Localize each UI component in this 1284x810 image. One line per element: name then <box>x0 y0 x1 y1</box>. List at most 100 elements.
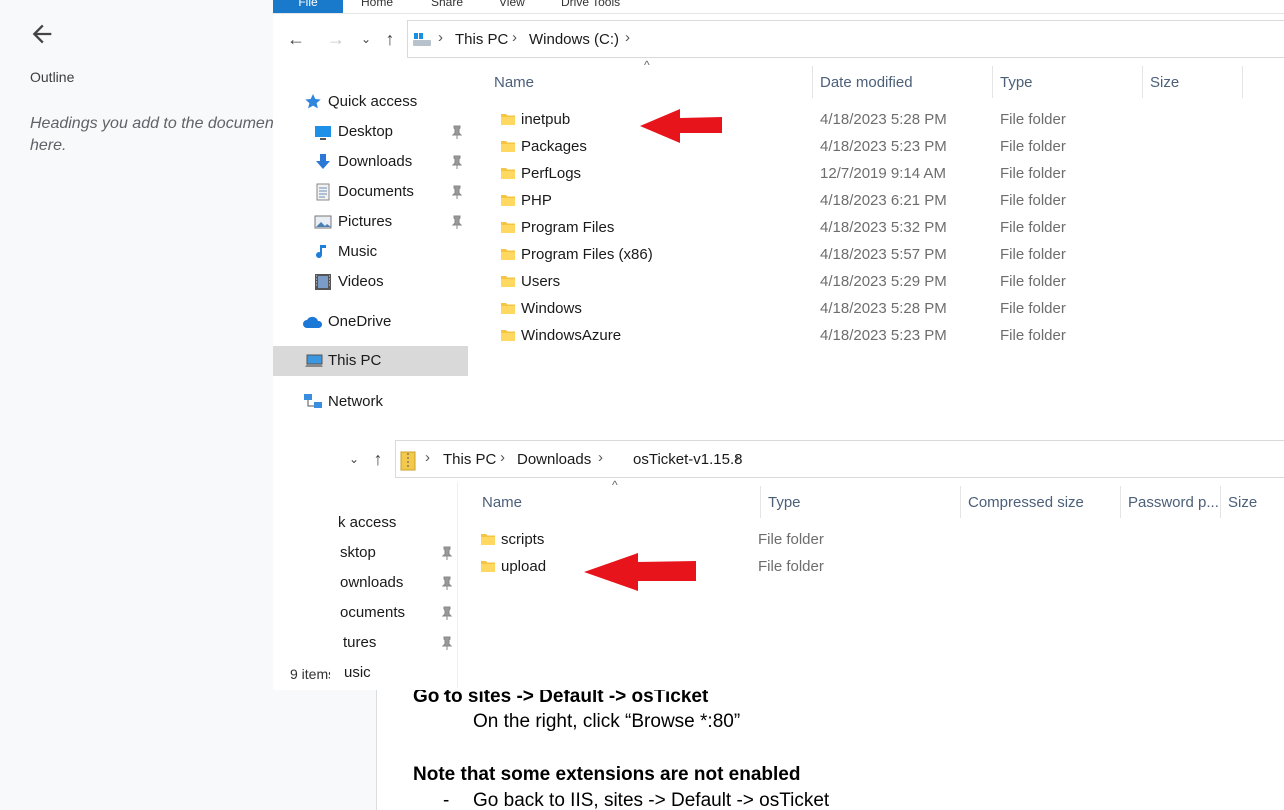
sidebar-item-pictures[interactable]: tures <box>343 634 376 651</box>
table-row[interactable]: PHP 4/18/2023 6:21 PM File folder <box>490 188 1260 215</box>
download-icon <box>316 154 330 169</box>
pin-icon[interactable] <box>440 636 454 650</box>
sidebar-item-documents[interactable]: ocuments <box>340 604 405 621</box>
table-row[interactable]: Packages 4/18/2023 5:23 PM File folder <box>490 134 1260 161</box>
file-type: File folder <box>1000 246 1066 263</box>
column-divider[interactable] <box>960 486 961 518</box>
pin-icon[interactable] <box>450 185 464 199</box>
breadcrumb-chevron-icon: › <box>500 449 505 466</box>
table-row[interactable]: PerfLogs 12/7/2019 9:14 AM File folder <box>490 161 1260 188</box>
column-divider[interactable] <box>1242 66 1243 98</box>
ribbon-tabs: File Home Share View Drive Tools <box>273 0 1284 14</box>
sidebar-item-pictures[interactable]: Pictures <box>273 207 468 237</box>
folder-icon <box>501 222 515 233</box>
up-button[interactable]: ↑ <box>379 28 401 50</box>
file-name: Packages <box>521 138 587 155</box>
sidebar-item-label: Network <box>328 393 384 410</box>
ribbon-tab-view[interactable]: View <box>499 0 525 13</box>
table-row[interactable]: Program Files 4/18/2023 5:32 PM File folde… <box>490 215 1260 242</box>
table-row[interactable]: scripts File folder <box>470 527 1170 554</box>
forward-button[interactable]: → <box>325 28 347 50</box>
breadcrumb-this-pc[interactable]: This PC <box>455 31 508 48</box>
table-row[interactable]: Windows 4/18/2023 5:28 PM File folder <box>490 296 1260 323</box>
breadcrumb-this-pc[interactable]: This PC <box>443 451 496 468</box>
file-type: File folder <box>1000 111 1066 128</box>
pin-icon[interactable] <box>440 546 454 560</box>
breadcrumb-chevron-icon: › <box>438 29 443 46</box>
pin-icon[interactable] <box>450 155 464 169</box>
file-name: WindowsAzure <box>521 327 622 344</box>
column-divider[interactable] <box>1142 66 1143 98</box>
sidebar-item-desktop[interactable]: sktop <box>340 544 376 561</box>
column-header-compressed-size[interactable]: Compressed size <box>968 494 1084 511</box>
recent-locations-chevron-icon[interactable]: ⌄ <box>343 448 365 470</box>
navigation-pane: k access sktop ownloads ocuments tures u… <box>330 482 458 688</box>
ribbon-tab-file[interactable]: File <box>273 0 343 13</box>
computer-icon <box>305 354 323 367</box>
file-name: PHP <box>521 192 552 209</box>
column-header-name[interactable]: Name <box>482 494 522 511</box>
ribbon-tab-home[interactable]: Home <box>361 0 393 13</box>
outline-title: Outline <box>30 69 75 85</box>
column-header-type[interactable]: Type <box>1000 74 1033 91</box>
table-row[interactable]: Program Files (x86) 4/18/2023 5:57 PM File… <box>490 242 1260 269</box>
breadcrumb-osticket[interactable]: osTicket-v1.15.8 <box>633 451 743 468</box>
address-bar[interactable]: › This PC › Downloads › osTicket-v1.15.8… <box>395 440 1284 478</box>
sidebar-item-music[interactable]: usic <box>344 664 371 681</box>
table-row[interactable]: inetpub 4/18/2023 5:28 PM File folder <box>490 107 1260 134</box>
breadcrumb-chevron-icon: › <box>735 449 740 466</box>
pin-icon[interactable] <box>450 125 464 139</box>
column-divider[interactable] <box>1120 486 1121 518</box>
table-row[interactable]: Users 4/18/2023 5:29 PM File folder <box>490 269 1260 296</box>
back-arrow-icon[interactable] <box>28 20 56 48</box>
column-divider[interactable] <box>760 486 761 518</box>
sidebar-item-label: Downloads <box>338 153 413 170</box>
sidebar-item-this-pc[interactable]: This PC <box>273 346 468 376</box>
sidebar-item-downloads[interactable]: Downloads <box>273 147 468 177</box>
ribbon-tab-drive-tools[interactable]: Drive Tools <box>561 0 620 13</box>
zip-folder-icon <box>400 451 416 471</box>
column-header-size[interactable]: Size <box>1228 494 1257 511</box>
file-name: upload <box>501 558 547 575</box>
sidebar-item-desktop[interactable]: Desktop <box>273 117 468 147</box>
sidebar-item-quick-access[interactable]: Quick access <box>273 87 468 117</box>
column-divider[interactable] <box>992 66 993 98</box>
recent-locations-chevron-icon[interactable]: ⌄ <box>355 28 377 50</box>
sidebar-item-videos[interactable]: Videos <box>273 267 468 297</box>
sidebar-item-documents[interactable]: Documents <box>273 177 468 207</box>
column-header-date[interactable]: Date modified <box>820 74 913 91</box>
sidebar-item-label: OneDrive <box>328 313 392 330</box>
file-type: File folder <box>1000 327 1066 344</box>
file-type: File folder <box>1000 300 1066 317</box>
table-row[interactable]: WindowsAzure 4/18/2023 5:23 PM File folder <box>490 323 1260 350</box>
file-name: inetpub <box>521 111 571 128</box>
breadcrumb-downloads[interactable]: Downloads <box>517 451 591 468</box>
file-date-modified: 4/18/2023 5:32 PM <box>820 219 947 236</box>
column-header-type[interactable]: Type <box>768 494 801 511</box>
file-type: File folder <box>1000 192 1066 209</box>
back-button[interactable]: ← <box>285 28 307 50</box>
sidebar-item-network[interactable]: Network <box>273 387 468 417</box>
red-arrow-icon <box>584 553 696 591</box>
column-header-name[interactable]: Name <box>494 74 534 91</box>
breadcrumb-windows-c[interactable]: Windows (C:) <box>529 31 619 48</box>
column-header-size[interactable]: Size <box>1150 74 1179 91</box>
ribbon-tab-share[interactable]: Share <box>431 0 463 13</box>
sidebar-item-downloads[interactable]: ownloads <box>340 574 403 591</box>
table-row[interactable]: upload File folder <box>470 554 1170 581</box>
file-type: File folder <box>1000 273 1066 290</box>
pin-icon[interactable] <box>440 606 454 620</box>
sidebar-item-quick-access[interactable]: k access <box>338 514 396 531</box>
music-icon <box>316 245 326 259</box>
up-button[interactable]: ↑ <box>367 448 389 470</box>
column-header-password-protected[interactable]: Password p... <box>1128 494 1219 511</box>
file-name: Program Files (x86) <box>521 246 653 263</box>
pin-icon[interactable] <box>440 576 454 590</box>
sidebar-item-music[interactable]: Music <box>273 237 468 267</box>
column-divider[interactable] <box>812 66 813 98</box>
address-bar[interactable]: › This PC › Windows (C:) › <box>407 20 1284 58</box>
sidebar-item-onedrive[interactable]: OneDrive <box>273 307 468 337</box>
pin-icon[interactable] <box>450 215 464 229</box>
sidebar-item-label: Pictures <box>338 213 393 230</box>
column-divider[interactable] <box>1220 486 1221 518</box>
